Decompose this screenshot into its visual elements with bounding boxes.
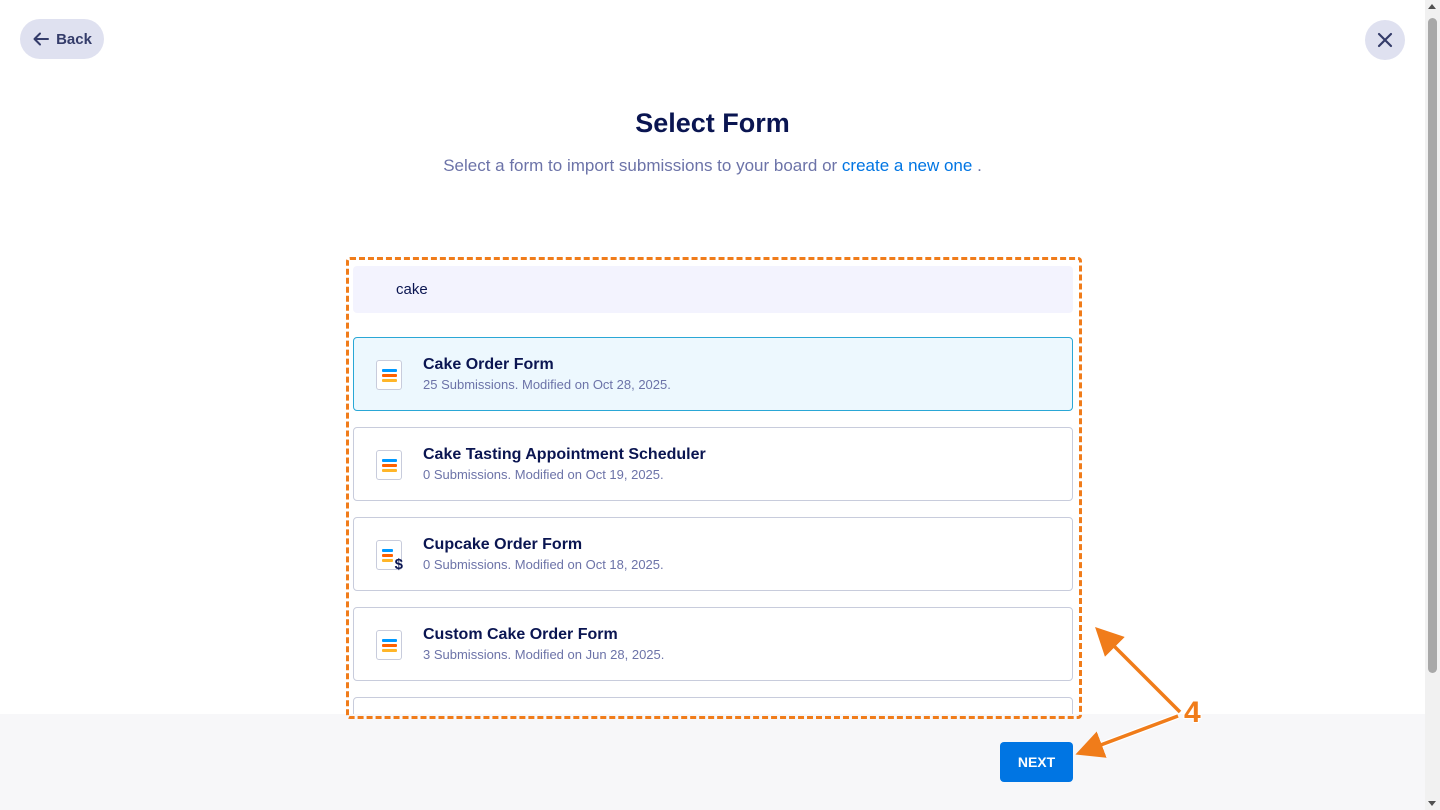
scrollbar-thumb[interactable] xyxy=(1428,18,1437,673)
footer-bar xyxy=(0,714,1425,810)
form-name: Cupcake Order Form xyxy=(423,536,583,553)
arrow-left-icon xyxy=(33,32,50,46)
form-list-item[interactable]: $ Cupcake Order Form 0 Submissions. Modi… xyxy=(353,517,1073,591)
next-button[interactable]: NEXT xyxy=(1000,742,1073,782)
form-list-item[interactable]: Cake Tasting Appointment Scheduler 0 Sub… xyxy=(353,427,1073,501)
back-button[interactable]: Back xyxy=(20,19,104,59)
page-title: Select Form xyxy=(635,108,790,138)
form-list-item[interactable]: Custom Cake Order Form 3 Submissions. Mo… xyxy=(353,607,1073,681)
annotation-arrow xyxy=(1095,627,1182,714)
form-icon xyxy=(376,630,402,660)
form-meta: 0 Submissions. Modified on Oct 18, 2025. xyxy=(423,557,664,572)
form-name: Cake Tasting Appointment Scheduler xyxy=(423,446,706,463)
close-icon xyxy=(1377,32,1393,48)
page: Back Select Form Select a form to import… xyxy=(0,0,1440,810)
form-meta: 0 Submissions. Modified on Oct 19, 2025. xyxy=(423,467,664,482)
form-name: Custom Cake Order Form xyxy=(423,626,618,643)
form-list: Cake Order Form 25 Submissions. Modified… xyxy=(353,337,1073,714)
page-subtitle: Select a form to import submissions to y… xyxy=(0,156,1425,176)
form-icon xyxy=(376,450,402,480)
form-name: Cake Order Form xyxy=(423,356,554,373)
payment-form-icon: $ xyxy=(376,540,403,573)
subtitle-text: Select a form to import submissions to y… xyxy=(443,156,842,175)
form-list-item[interactable]: Cake Order Form 25 Submissions. Modified… xyxy=(353,337,1073,411)
back-label: Back xyxy=(56,30,92,48)
create-new-form-link[interactable]: create a new one xyxy=(842,156,972,175)
search-input[interactable]: cake xyxy=(353,266,1073,313)
scrollbar[interactable] xyxy=(1425,0,1440,810)
close-button[interactable] xyxy=(1365,20,1405,60)
scroll-down-icon[interactable] xyxy=(1428,801,1436,806)
form-icon xyxy=(376,360,402,390)
form-meta: 25 Submissions. Modified on Oct 28, 2025… xyxy=(423,377,671,392)
form-list-item[interactable] xyxy=(353,697,1073,714)
annotation-arrow xyxy=(1097,629,1183,715)
form-meta: 3 Submissions. Modified on Jun 28, 2025. xyxy=(423,647,665,662)
subtitle-suffix: . xyxy=(972,156,982,175)
annotation-step-number: 4 xyxy=(1184,696,1201,729)
scroll-up-icon[interactable] xyxy=(1428,4,1436,9)
